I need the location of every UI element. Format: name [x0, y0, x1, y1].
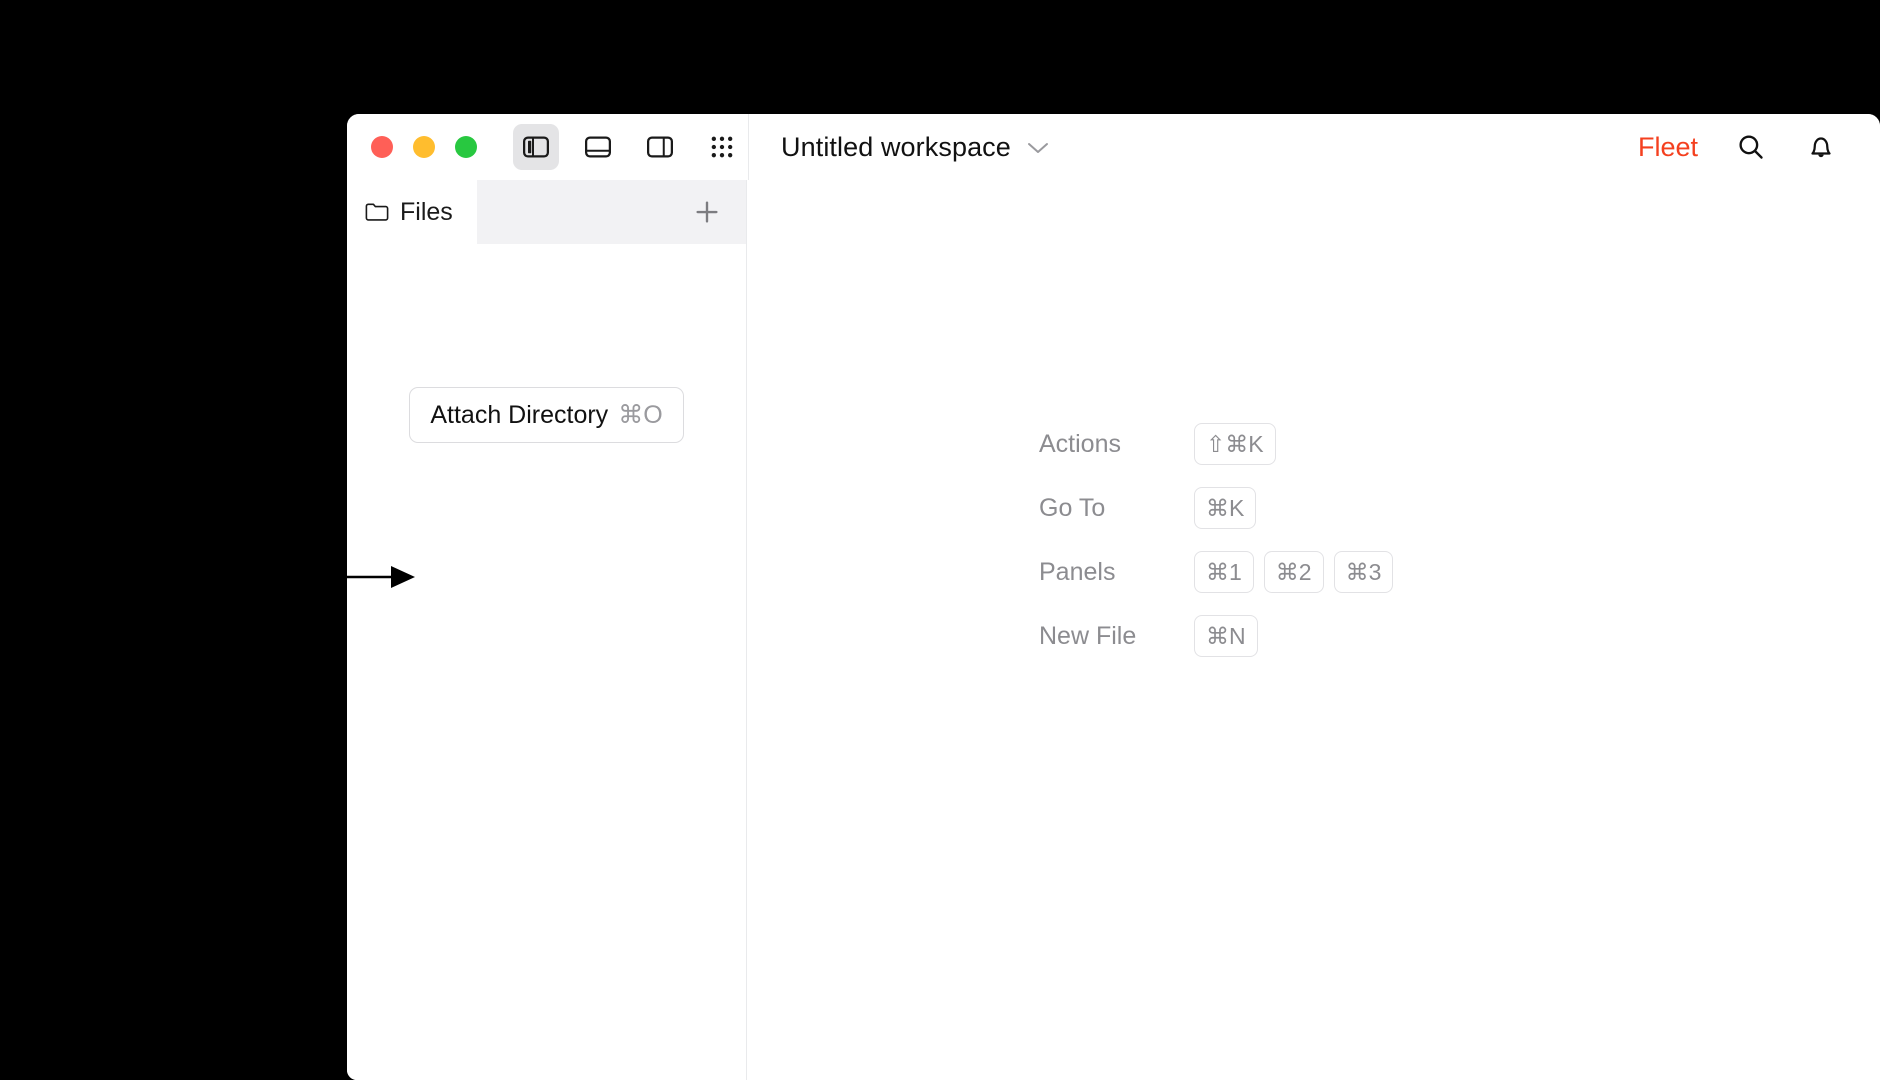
- titlebar-right-group: Fleet: [1638, 130, 1838, 164]
- grid-menu-button[interactable]: [699, 124, 745, 170]
- editor-empty-area: Actions ⇧⌘K Go To ⌘K Panels ⌘1 ⌘2 ⌘3 New…: [747, 180, 1880, 1080]
- sidebar-empty-state: Attach Directory ⌘O: [347, 244, 746, 1080]
- key-badge[interactable]: ⌘K: [1194, 487, 1257, 529]
- shortcut-label-panels: Panels: [1039, 557, 1116, 586]
- key-badge[interactable]: ⌘N: [1194, 615, 1258, 657]
- right-panel-icon: [647, 136, 673, 158]
- key-badge[interactable]: ⌘2: [1263, 551, 1324, 593]
- fleet-window: Untitled workspace Fleet Files Attach Di…: [347, 114, 1880, 1080]
- shortcut-keys-panels: ⌘1 ⌘2 ⌘3: [1194, 551, 1394, 593]
- chevron-down-icon: [1027, 142, 1048, 153]
- search-button[interactable]: [1734, 130, 1768, 164]
- tab-files-label: Files: [400, 197, 453, 226]
- left-panel-icon: [523, 136, 549, 158]
- panel-toggle-group: [513, 124, 745, 170]
- shortcuts-hint-list: Actions ⇧⌘K Go To ⌘K Panels ⌘1 ⌘2 ⌘3 New…: [1039, 412, 1394, 668]
- bottom-panel-icon: [585, 136, 611, 158]
- attach-directory-label: Attach Directory: [430, 401, 609, 429]
- notifications-button[interactable]: [1804, 130, 1838, 164]
- bell-icon: [1811, 137, 1831, 158]
- sidebar-tabbar: Files: [347, 180, 746, 244]
- screen: Untitled workspace Fleet Files Attach Di…: [0, 0, 1880, 1080]
- annotation-arrow: [335, 566, 415, 588]
- folder-icon: [365, 203, 389, 221]
- attach-directory-button[interactable]: Attach Directory ⌘O: [409, 387, 684, 443]
- shortcut-row-actions: Actions ⇧⌘K: [1039, 412, 1393, 476]
- workspace-selector[interactable]: Untitled workspace: [781, 132, 1049, 163]
- bottom-panel-toggle[interactable]: [575, 124, 621, 170]
- titlebar: Untitled workspace Fleet: [347, 114, 1880, 180]
- minimize-button[interactable]: [413, 136, 435, 158]
- shortcut-row-goto: Go To ⌘K: [1039, 476, 1393, 540]
- grid-dots-icon: [711, 136, 733, 158]
- key-badge[interactable]: ⌘3: [1333, 551, 1394, 593]
- plus-icon: [696, 201, 718, 223]
- attach-directory-shortcut: ⌘O: [618, 401, 663, 429]
- search-icon: [1739, 135, 1763, 159]
- shortcut-keys-actions: ⇧⌘K: [1194, 423, 1276, 465]
- toolbar-divider-left: [748, 114, 749, 180]
- left-panel-toggle[interactable]: [513, 124, 559, 170]
- shortcut-keys-goto: ⌘K: [1194, 487, 1257, 529]
- files-sidebar: Files Attach Directory ⌘O: [347, 180, 747, 1080]
- key-badge[interactable]: ⇧⌘K: [1194, 423, 1276, 465]
- shortcut-label-goto: Go To: [1039, 493, 1106, 522]
- tab-files[interactable]: Files: [347, 180, 477, 244]
- window-body: Files Attach Directory ⌘O Actions ⇧⌘K Go…: [347, 180, 1880, 1080]
- right-panel-toggle[interactable]: [637, 124, 683, 170]
- shortcut-label-actions: Actions: [1039, 429, 1121, 458]
- zoom-button[interactable]: [455, 136, 477, 158]
- key-badge[interactable]: ⌘1: [1194, 551, 1254, 593]
- workspace-title: Untitled workspace: [781, 131, 1011, 162]
- close-button[interactable]: [371, 136, 393, 158]
- shortcut-row-panels: Panels ⌘1 ⌘2 ⌘3: [1039, 540, 1394, 604]
- traffic-lights: [371, 136, 477, 158]
- fleet-brand-label[interactable]: Fleet: [1638, 132, 1698, 163]
- shortcut-label-newfile: New File: [1039, 621, 1137, 650]
- add-tab-button[interactable]: [690, 195, 724, 229]
- shortcut-keys-newfile: ⌘N: [1194, 615, 1258, 657]
- shortcut-row-newfile: New File ⌘N: [1039, 604, 1393, 668]
